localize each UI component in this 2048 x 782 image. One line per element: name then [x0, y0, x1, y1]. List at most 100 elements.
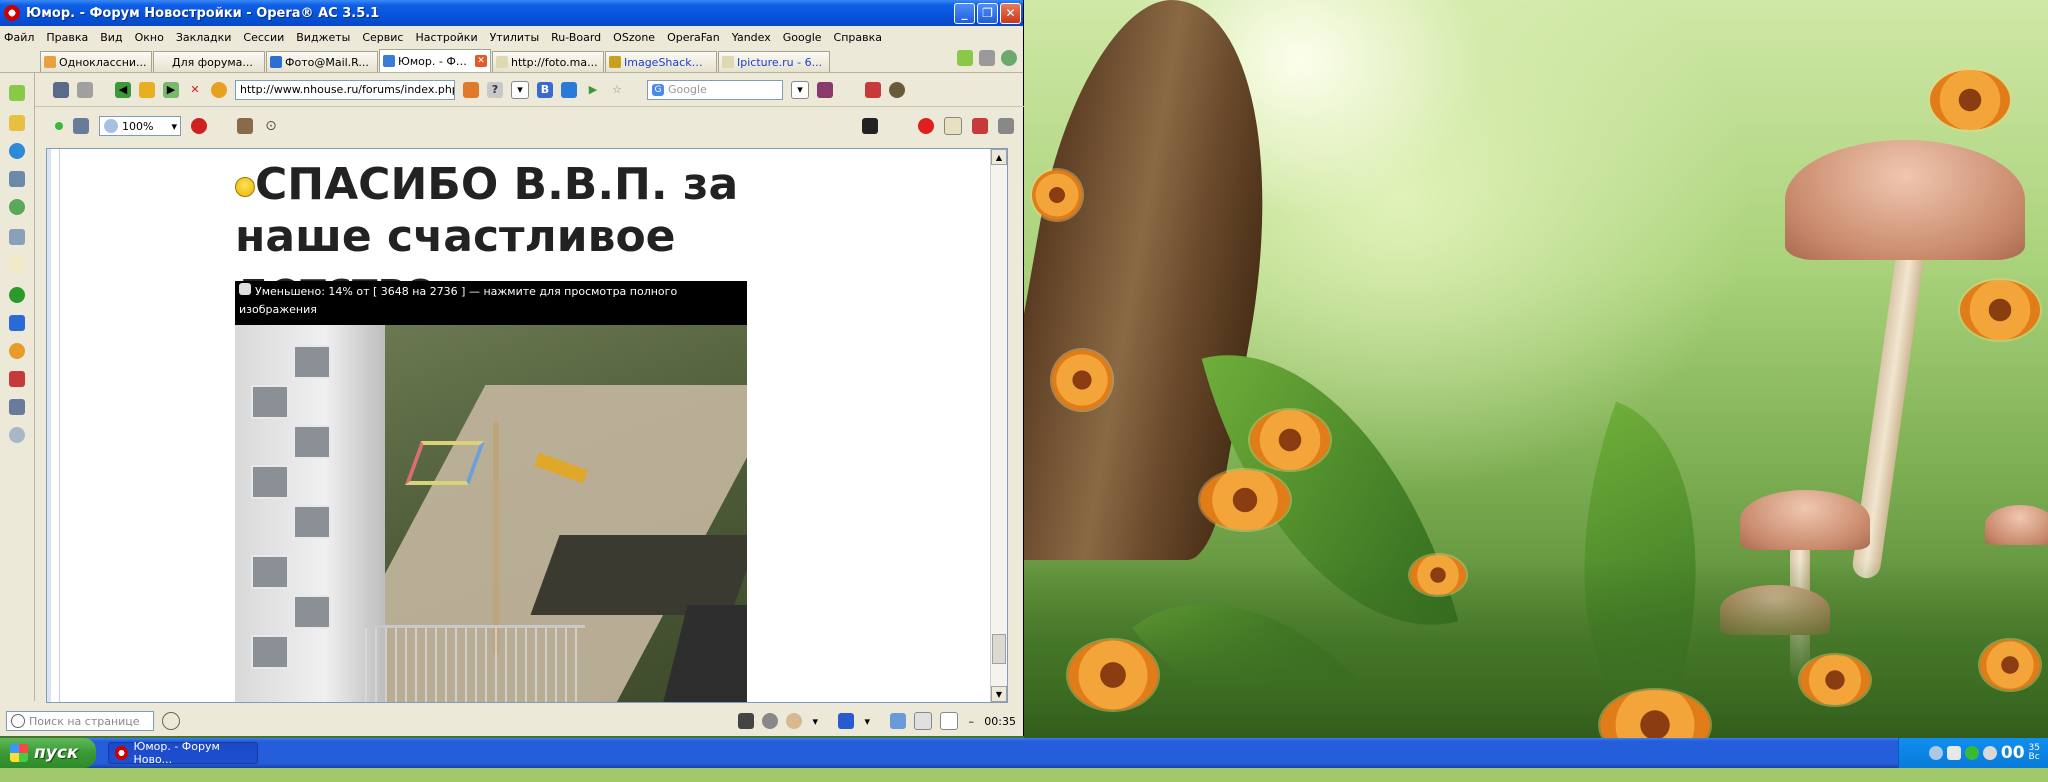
panel-search-icon[interactable]: [9, 427, 25, 443]
pen-icon[interactable]: [77, 81, 93, 98]
calculator-icon[interactable]: [738, 713, 755, 729]
close-tab-icon[interactable]: ✕: [475, 55, 487, 67]
upload-icon[interactable]: [940, 712, 959, 730]
back-arrow-icon[interactable]: ◀: [115, 81, 131, 98]
search-dropdown-icon[interactable]: ▾: [791, 80, 809, 99]
menu-item-ruboard[interactable]: Ru-Board: [551, 31, 601, 44]
disk-icon[interactable]: [762, 713, 779, 729]
rss-icon[interactable]: [463, 81, 479, 98]
address-text: http://www.nhouse.ru/forums/index.php: [240, 83, 455, 96]
image-resize-notice[interactable]: Уменьшено: 14% от [ 3648 на 2736 ] — наж…: [235, 281, 747, 325]
menu-item-edit[interactable]: Правка: [46, 31, 88, 44]
transfer-icon[interactable]: [890, 713, 907, 729]
window-icon[interactable]: [972, 118, 988, 134]
forward-arrow-icon[interactable]: ▶: [163, 81, 179, 98]
menu-item-widgets[interactable]: Виджеты: [296, 31, 350, 44]
panel-bookmarks-icon[interactable]: [9, 85, 25, 101]
zoom-dropdown-icon[interactable]: ▾: [171, 120, 177, 133]
menu-item-operafan[interactable]: OperaFan: [667, 31, 720, 44]
reload-icon[interactable]: [211, 81, 227, 98]
opera-logo-icon[interactable]: [918, 118, 934, 134]
tray-expand-icon[interactable]: [1928, 746, 1943, 760]
document-icon[interactable]: [914, 712, 933, 730]
star-icon[interactable]: ☆: [609, 82, 625, 98]
panel-toggle-icon[interactable]: [53, 81, 69, 98]
translate-icon[interactable]: [561, 81, 577, 98]
menu-item-google[interactable]: Google: [783, 31, 822, 44]
address-dropdown-icon[interactable]: ▾: [511, 80, 529, 99]
menu-item-bookmarks[interactable]: Закладки: [176, 31, 232, 44]
panel-links-icon[interactable]: [9, 287, 25, 303]
pin-icon[interactable]: [865, 81, 881, 98]
glasses-icon[interactable]: ⊙: [263, 118, 279, 134]
help-icon[interactable]: ?: [487, 81, 503, 98]
trash-icon[interactable]: [979, 50, 995, 66]
tab-odnoklassniki[interactable]: Одноклассни...: [40, 51, 152, 72]
opera-reload-icon[interactable]: [191, 118, 207, 134]
scroll-thumb[interactable]: [992, 634, 1006, 664]
play-icon[interactable]: ▶: [585, 82, 601, 98]
panel-notes-icon[interactable]: [9, 115, 25, 131]
tab-imageshack[interactable]: ImageShack®...: [605, 51, 717, 72]
maximize-button[interactable]: ❐: [977, 2, 998, 24]
panel-info-icon[interactable]: [9, 315, 25, 331]
new-tab-icon[interactable]: [957, 50, 973, 66]
magnifier-icon[interactable]: [162, 712, 180, 730]
page-settings-icon[interactable]: [944, 117, 962, 135]
menu-item-yandex[interactable]: Yandex: [732, 31, 771, 44]
scroll-up-icon[interactable]: ▲: [991, 149, 1007, 165]
panel-history-icon[interactable]: [9, 257, 25, 273]
tab-ipicture[interactable]: Ipicture.ru - 6...: [718, 51, 830, 72]
panel-chat-icon[interactable]: [9, 199, 25, 215]
clock-hour[interactable]: 00: [2001, 743, 2025, 763]
panel-widgets-icon[interactable]: [9, 143, 25, 159]
menu-item-oszone[interactable]: OSzone: [613, 31, 655, 44]
search-field[interactable]: G Google: [647, 79, 783, 100]
user-dropdown-icon[interactable]: ▾: [810, 713, 820, 729]
eye-icon[interactable]: [889, 81, 905, 98]
tray-disk-icon[interactable]: [1982, 746, 1997, 760]
menu-item-help[interactable]: Справка: [834, 31, 882, 44]
menu-item-file[interactable]: Файл: [4, 31, 34, 44]
tab-foto-mail[interactable]: Фото@Mail.R...: [266, 51, 378, 72]
speed-dial-icon[interactable]: [1001, 50, 1017, 66]
blocked-content-icon[interactable]: [73, 118, 89, 134]
minimize-button[interactable]: _: [954, 2, 975, 24]
close-button[interactable]: ✕: [1000, 2, 1021, 24]
style-icon[interactable]: [237, 118, 253, 134]
panel-transfers-icon[interactable]: [9, 229, 25, 245]
notes-icon[interactable]: [817, 81, 833, 98]
address-field[interactable]: http://www.nhouse.ru/forums/index.php: [235, 79, 455, 100]
window-titlebar[interactable]: Юмор. - Форум Новостройки - Opera® AC 3.…: [0, 0, 1023, 26]
tab-foto-mail-url[interactable]: http://foto.ma...: [492, 51, 604, 72]
vkontakte-icon[interactable]: B: [537, 81, 553, 98]
tray-volume-icon[interactable]: [1946, 746, 1961, 760]
clapper-icon[interactable]: [862, 118, 878, 134]
network-icon[interactable]: [838, 713, 855, 729]
find-in-page-field[interactable]: Поиск на странице: [6, 711, 154, 731]
menu-item-utilities[interactable]: Утилиты: [490, 31, 540, 44]
network-dropdown-icon[interactable]: ▾: [862, 713, 872, 729]
menu-item-view[interactable]: Вид: [100, 31, 122, 44]
tab-humor-forum[interactable]: Юмор. - Фору... ✕: [379, 49, 491, 72]
panel-contacts-icon[interactable]: [9, 399, 25, 415]
menu-item-settings[interactable]: Настройки: [415, 31, 477, 44]
post-photo[interactable]: [235, 325, 747, 702]
start-button[interactable]: пуск: [0, 738, 96, 768]
menu-item-tools[interactable]: Сервис: [362, 31, 403, 44]
tab-forum-draft[interactable]: Для форума...: [153, 51, 265, 72]
panel-calendar-icon[interactable]: [9, 371, 25, 387]
panel-mail-icon[interactable]: [9, 171, 25, 187]
taskbar-item-opera[interactable]: Юмор. - Форум Ново...: [108, 740, 258, 766]
tray-network-icon[interactable]: [1964, 746, 1979, 760]
zoom-field[interactable]: 100% ▾: [99, 116, 181, 136]
stop-icon[interactable]: ✕: [187, 82, 203, 98]
scroll-down-icon[interactable]: ▼: [991, 686, 1007, 702]
menu-item-window[interactable]: Окно: [135, 31, 164, 44]
print-icon[interactable]: [998, 118, 1014, 134]
home-icon[interactable]: [139, 81, 155, 98]
vertical-scrollbar[interactable]: ▲ ▼: [990, 149, 1007, 702]
menu-item-sessions[interactable]: Сессии: [243, 31, 284, 44]
panel-windows-icon[interactable]: [9, 343, 25, 359]
user-avatar-icon[interactable]: [786, 713, 803, 729]
